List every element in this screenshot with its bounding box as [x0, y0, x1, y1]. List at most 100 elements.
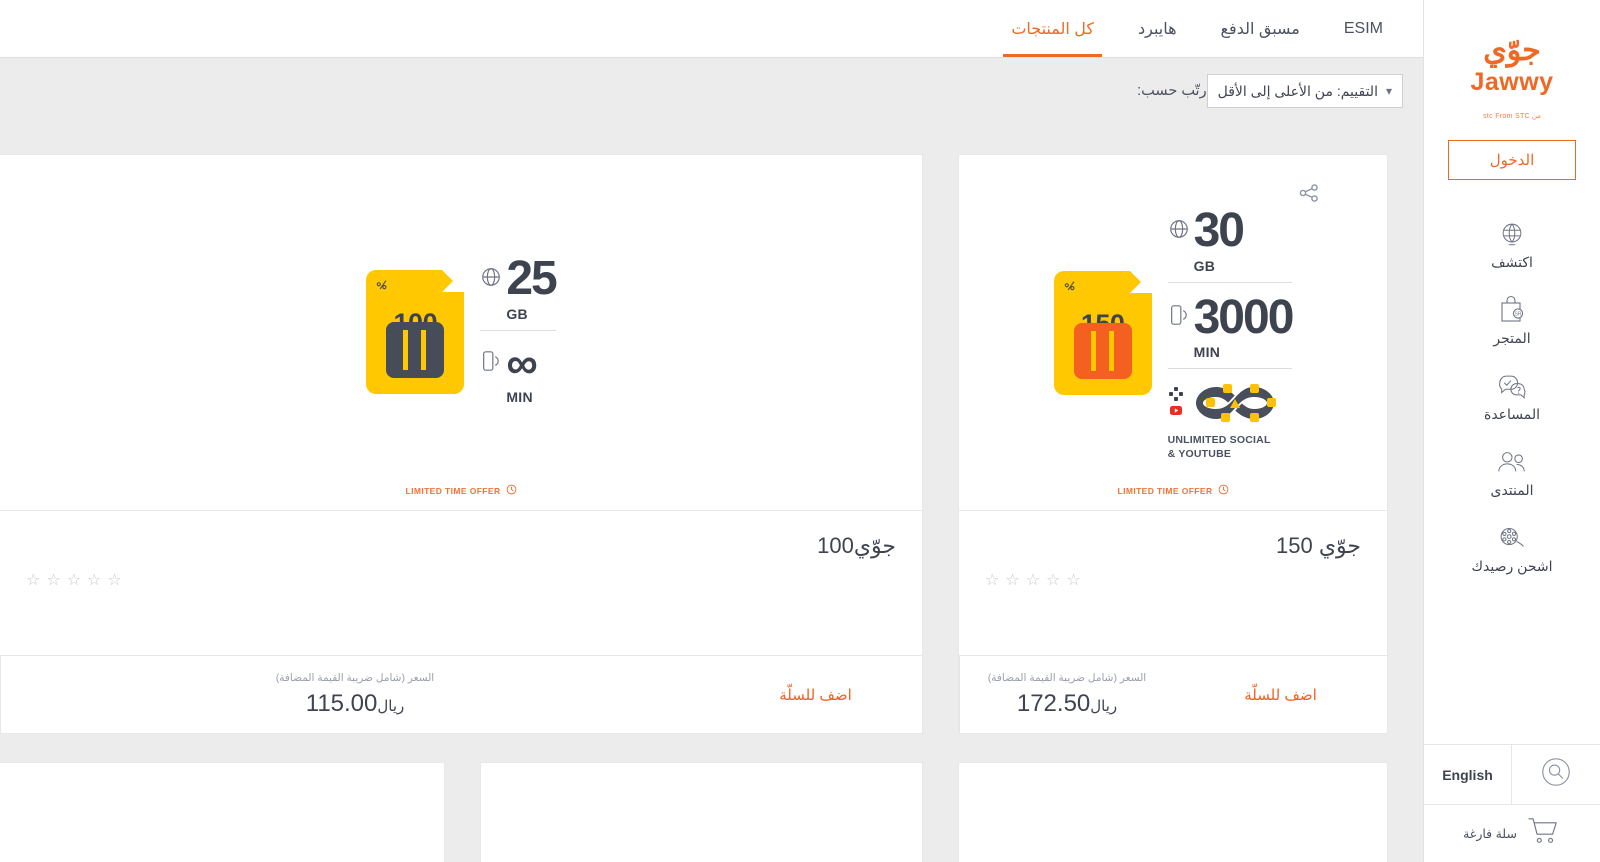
spec-minutes: 3000 MIN — [1167, 281, 1295, 369]
language-switch-button[interactable]: English — [1424, 745, 1512, 804]
limited-offer-text: LIMITED TIME OFFER — [405, 486, 501, 496]
sim-badge-icon — [376, 278, 390, 295]
language-label: English — [1442, 766, 1493, 783]
spec-data: 25 GB — [480, 252, 558, 330]
minutes-amount: 3000 — [1193, 290, 1295, 344]
shopping-bag-icon: SR — [1498, 295, 1526, 325]
svg-text:Jawwy: Jawwy — [1470, 68, 1553, 96]
data-unit: GB — [506, 305, 528, 322]
price-label: السعر (شامل ضريبة القيمة المضافة) — [987, 671, 1147, 684]
sim-card-graphic: 150 — [1053, 269, 1153, 395]
product-title: جوّي100 — [817, 533, 896, 558]
star-icon[interactable]: ☆ — [1005, 573, 1019, 589]
svg-text:جوّي: جوّي — [1483, 34, 1541, 68]
data-unit: GB — [1193, 257, 1216, 274]
sort-by-dropdown[interactable]: ▾ التقييم: من الأعلى إلى الأقل — [1206, 74, 1403, 108]
star-icon[interactable]: ☆ — [87, 573, 101, 589]
clock-icon — [1218, 482, 1229, 500]
sidebar-item-label: المتجر — [1493, 330, 1531, 346]
price-amount: 172.50 — [1016, 689, 1091, 717]
tab-label: هايبرد — [1137, 20, 1177, 38]
social-apps-icon — [1168, 386, 1184, 425]
spec-data: 30 GB — [1168, 204, 1293, 282]
price-block: السعر (شامل ضريبة القيمة المضافة) ريال17… — [959, 656, 1174, 733]
plan-specs: 25 GB ∞ MIN — [480, 252, 558, 413]
sidebar-footer: English سلة فارغة — [1424, 744, 1600, 862]
product-card-jawwy-100[interactable]: 100 25 GB — [0, 154, 923, 734]
sidebar-item-forum[interactable]: المنتدى — [1424, 434, 1600, 510]
price-value: ريال115.00 — [306, 690, 405, 718]
product-category-tabs: ESIM مسبق الدفع هايبرد كل المنتجات — [989, 0, 1405, 57]
product-card-stub-200[interactable]: 200 — [480, 762, 923, 862]
data-amount: 30 — [1193, 204, 1245, 258]
spec-minutes: ∞ MIN — [480, 329, 556, 413]
sidebar-item-label: اشحن رصيدك — [1471, 558, 1553, 574]
product-image-area: 10 + 5 — [0, 763, 444, 862]
product-actions: اضف للسلّة السعر (شامل ضريبة القيمة المض… — [959, 655, 1387, 733]
social-caption-line-2: & YOUTUBE — [1167, 447, 1232, 460]
sidebar-utility-row: English — [1424, 744, 1600, 804]
sort-selected-value: التقييم: من الأعلى إلى الأقل — [1217, 82, 1378, 99]
login-button[interactable]: الدخول — [1448, 140, 1576, 180]
sidebar-item-store[interactable]: SR المتجر — [1424, 282, 1600, 358]
plan-visual: 150 30 GB — [1053, 204, 1295, 460]
sort-by-label: رتّب حسب: — [1137, 83, 1207, 99]
product-image-area: 100 25 GB — [0, 155, 922, 510]
chat-help-icon — [1497, 371, 1527, 401]
chevron-down-icon: ▾ — [1385, 84, 1392, 98]
product-card-stub-300[interactable]: 300 — [958, 762, 1388, 862]
star-icon[interactable]: ☆ — [1046, 573, 1060, 589]
social-caption-line-1: UNLIMITED SOCIAL — [1167, 434, 1271, 447]
product-title: جوّي 150 — [1275, 533, 1361, 558]
product-card-stub-10-5[interactable]: 10 + 5 — [0, 762, 445, 862]
rating-stars[interactable]: ☆ ☆ ☆ ☆ ☆ — [985, 573, 1361, 589]
brand-logo[interactable]: جوّي Jawwy من stc From STC — [1424, 0, 1600, 140]
star-icon[interactable]: ☆ — [107, 573, 121, 589]
price-value: ريال172.50 — [1017, 690, 1117, 718]
jawwy-logo-icon: جوّي Jawwy — [1470, 26, 1554, 110]
sidebar-item-help[interactable]: المساعدة — [1424, 358, 1600, 434]
add-to-cart-button[interactable]: اضف للسلّة — [1174, 656, 1387, 733]
price-label: السعر (شامل ضريبة القيمة المضافة) — [275, 671, 435, 684]
sidebar-item-recharge[interactable]: اشحن رصيدك — [1424, 510, 1600, 586]
price-currency: ريال — [377, 697, 405, 715]
sidebar-nav: اكتشف SR المتجر المساعدة المنتدى اشحن رص… — [1424, 206, 1600, 744]
price-block: السعر (شامل ضريبة القيمة المضافة) ريال11… — [0, 656, 709, 733]
tab-label: مسبق الدفع — [1220, 20, 1300, 38]
tab-prepaid[interactable]: مسبق الدفع — [1199, 0, 1322, 57]
product-card-jawwy-150[interactable]: 150 30 GB — [958, 154, 1388, 734]
product-actions: اضف للسلّة السعر (شامل ضريبة القيمة المض… — [0, 655, 922, 733]
product-image-area: 200 — [481, 763, 922, 862]
star-icon[interactable]: ☆ — [26, 573, 40, 589]
sim-chip — [386, 322, 445, 379]
limited-offer-text: LIMITED TIME OFFER — [1117, 486, 1213, 496]
cart-button[interactable]: سلة فارغة — [1424, 804, 1600, 862]
globe-icon — [480, 266, 502, 293]
star-icon[interactable]: ☆ — [1026, 573, 1040, 589]
sidebar-item-discover[interactable]: اكتشف — [1424, 206, 1600, 282]
phone-calls-icon — [1168, 303, 1190, 332]
right-sidebar: جوّي Jawwy من stc From STC الدخول اكتشف — [1423, 0, 1600, 862]
tab-esim[interactable]: ESIM — [1322, 0, 1405, 57]
product-image-area: 300 — [959, 763, 1387, 862]
top-navigation-bar: ESIM مسبق الدفع هايبرد كل المنتجات — [0, 0, 1423, 58]
sort-bar: ▾ التقييم: من الأعلى إلى الأقل رتّب حسب: — [0, 58, 1423, 124]
sidebar-item-label: المنتدى — [1490, 482, 1534, 498]
share-icon[interactable] — [1297, 181, 1321, 205]
star-icon[interactable]: ☆ — [985, 573, 999, 589]
tab-all-products[interactable]: كل المنتجات — [989, 0, 1116, 57]
product-image-area: 150 30 GB — [959, 155, 1387, 510]
star-icon[interactable]: ☆ — [1066, 573, 1080, 589]
data-amount: 25 — [506, 252, 557, 306]
product-info: جوّي 150 ☆ ☆ ☆ ☆ ☆ — [959, 510, 1387, 655]
phone-calls-icon — [480, 349, 502, 378]
globe-compass-icon — [1498, 219, 1526, 249]
tab-hybrid[interactable]: هايبرد — [1116, 0, 1199, 57]
star-icon[interactable]: ☆ — [46, 573, 60, 589]
rating-stars[interactable]: ☆ ☆ ☆ ☆ ☆ — [26, 573, 896, 589]
star-icon[interactable]: ☆ — [67, 573, 81, 589]
add-to-cart-button[interactable]: اضف للسلّة — [709, 656, 922, 733]
infinity-social-graphic — [1192, 381, 1288, 430]
product-grid: 150 30 GB — [0, 124, 1423, 862]
search-button[interactable] — [1512, 745, 1600, 804]
